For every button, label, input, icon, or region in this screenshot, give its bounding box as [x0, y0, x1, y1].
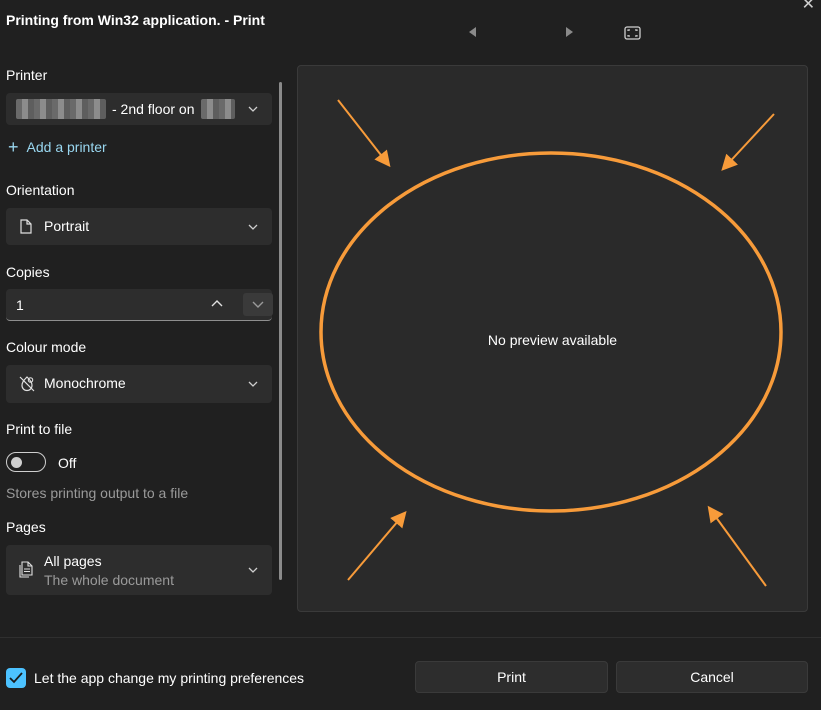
- next-page-icon[interactable]: [566, 27, 573, 37]
- chevron-down-icon: [248, 224, 258, 230]
- previous-page-icon[interactable]: [469, 27, 476, 37]
- pages-icon: [19, 561, 33, 578]
- cancel-button[interactable]: Cancel: [616, 661, 808, 693]
- window-title: Printing from Win32 application. - Print: [6, 12, 265, 28]
- colour-mode-label: Colour mode: [6, 339, 87, 355]
- settings-scrollbar[interactable]: [279, 82, 282, 580]
- plus-icon: +: [8, 137, 19, 157]
- copies-value: 1: [16, 297, 24, 313]
- print-to-file-toggle[interactable]: [6, 452, 46, 472]
- printer-value: - 2nd floor on: [112, 101, 195, 117]
- document-icon: [20, 219, 32, 234]
- app-preferences-label[interactable]: Let the app change my printing preferenc…: [34, 670, 304, 686]
- orientation-value: Portrait: [44, 218, 90, 234]
- annotation-arrow-top-left: [337, 99, 391, 168]
- annotation-arrow-bottom-left: [347, 510, 407, 581]
- pages-subtitle: The whole document: [44, 572, 174, 588]
- orientation-label: Orientation: [6, 182, 75, 198]
- toggle-knob: [11, 457, 22, 468]
- chevron-down-icon: [248, 106, 258, 112]
- add-printer-link[interactable]: + Add a printer: [8, 137, 107, 157]
- print-to-file-label: Print to file: [6, 421, 73, 437]
- pages-value: All pages: [44, 553, 102, 569]
- copies-input[interactable]: 1: [6, 289, 273, 321]
- chevron-down-icon: [248, 567, 258, 573]
- fit-page-icon[interactable]: [624, 26, 641, 40]
- colour-mode-value: Monochrome: [44, 375, 126, 391]
- decrement-button[interactable]: [243, 293, 273, 316]
- chevron-up-icon[interactable]: [211, 299, 223, 308]
- close-icon[interactable]: ✕: [802, 0, 815, 13]
- checkmark-icon: [9, 672, 23, 684]
- annotation-arrow-top-right: [721, 113, 775, 171]
- chevron-down-icon: [248, 381, 258, 387]
- annotation-arrow-bottom-right: [707, 505, 767, 587]
- print-button[interactable]: Print: [415, 661, 608, 693]
- chevron-down-icon: [252, 301, 264, 308]
- pages-label: Pages: [6, 519, 46, 535]
- footer-divider: [0, 637, 821, 638]
- add-printer-label: Add a printer: [26, 139, 107, 155]
- printer-label: Printer: [6, 67, 48, 83]
- redacted-printer-name: [16, 99, 106, 119]
- no-preview-message: No preview available: [487, 332, 618, 348]
- colour-mode-icon: [19, 376, 35, 392]
- print-preview-pane: No preview available: [297, 65, 808, 612]
- printer-dropdown[interactable]: - 2nd floor on: [6, 93, 272, 125]
- pages-dropdown[interactable]: All pages The whole document: [6, 545, 272, 595]
- copies-label: Copies: [6, 264, 50, 280]
- print-to-file-helper: Stores printing output to a file: [6, 485, 189, 501]
- orientation-dropdown[interactable]: Portrait: [6, 208, 272, 245]
- print-to-file-state: Off: [58, 455, 77, 471]
- colour-mode-dropdown[interactable]: Monochrome: [6, 365, 272, 403]
- redacted-printer-host: [200, 99, 235, 119]
- app-preferences-checkbox[interactable]: [6, 668, 26, 688]
